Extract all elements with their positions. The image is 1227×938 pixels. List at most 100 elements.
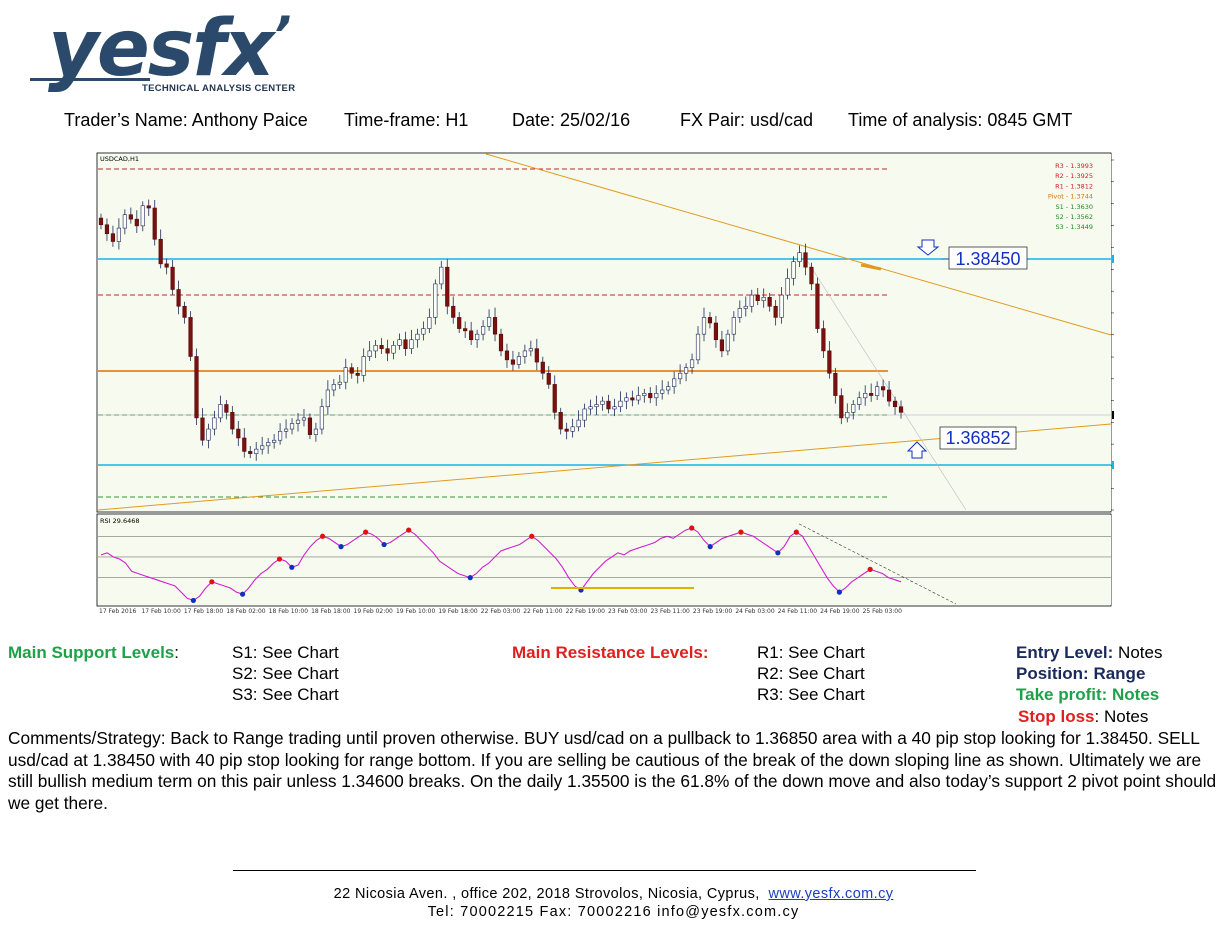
price-panel: 1.393101.391151.389201.387251.385251.383… [97,153,1140,514]
entry-level: Entry Level: Notes [1016,643,1162,663]
time-axis-label: 23 Feb 03:00 [608,608,648,615]
stop-loss-value: : Notes [1094,707,1149,726]
rsi-trough-dot [707,544,713,550]
logo-underline [30,78,150,81]
candle-body [630,397,635,401]
candle-body [516,356,522,365]
candle-body [134,218,139,227]
candle-body [480,326,486,335]
candle-body [725,333,730,352]
candle-body [731,317,736,335]
logo-mark: ’ [272,6,291,64]
fx-pair: FX Pair: usd/cad [680,110,814,130]
candle-body [343,367,348,383]
candle-body [427,317,432,329]
candle-body [355,372,360,376]
candle-body [833,372,838,396]
candle-body [558,412,563,430]
time-axis-label: 18 Feb 02:00 [226,608,266,615]
candle-body [110,233,116,242]
candle-body [397,339,402,346]
time-axis-label: 18 Feb 18:00 [311,608,351,615]
rsi-peak-dot [793,529,799,535]
candle-body [600,400,605,405]
rsi-peak-dot [209,579,215,585]
time-frame: Time-frame: H1 [344,110,469,130]
rsi-peak-dot [319,533,326,539]
price-panel-title: USDCAD,H1 [100,155,139,163]
candle-body [869,393,874,396]
candle-body [648,393,653,399]
candle-body [504,350,510,361]
candle-body [791,261,796,279]
candle-body [224,404,229,413]
candle-body [881,386,886,391]
candle-body [851,404,856,413]
candle-body [289,423,295,430]
candle-body [349,367,354,374]
website-link[interactable]: www.yesfx.com.cy [769,886,894,902]
rsi-peak-dot [529,533,535,539]
rsi-trough-dot [338,544,344,550]
candle-body [98,217,104,226]
candle-body [463,328,468,332]
candle-body [260,445,265,450]
candle-body [707,317,713,324]
candle-body [206,428,211,441]
stop-loss: Stop loss: Notes [1018,707,1148,727]
candle-body [666,386,671,391]
rsi-panel: 88.6367050304.532217 Feb 201617 Feb 10:0… [98,514,1136,615]
candle-body [212,417,217,430]
candle-body [266,442,271,447]
candle-body [242,437,247,452]
candle-body [146,205,151,209]
candle-body [773,305,778,318]
candle-body [654,393,659,399]
rsi-trough-dot [190,597,196,604]
candle-body [898,406,904,413]
support-s1: S1: See Chart [232,643,339,662]
candle-body [582,408,587,421]
candle-body [624,397,629,402]
support-s3: S3: See Chart [232,685,339,704]
rsi-peak-dot [867,566,873,572]
candle-body [116,227,121,242]
candle-body [439,266,444,285]
candle-body [528,348,533,352]
resistance-callout-value: 1.38450 [955,249,1020,269]
pivot-legend-s3: S3 - 1.3449 [1056,223,1093,231]
candle-body [588,406,593,410]
time-axis-label: 24 Feb 03:00 [735,608,775,615]
candle-body [415,333,420,341]
candle-body [122,214,127,229]
candle-body [827,350,832,374]
candle-body [272,439,277,443]
position: Position: Range [1016,664,1146,683]
candle-body [248,451,253,454]
candle-body [713,322,719,341]
candle-body [857,397,862,405]
candle-body [552,384,557,413]
candle-body [433,283,438,318]
time-axis-label: 22 Feb 11:00 [523,608,563,615]
support-callout-value: 1.36852 [945,428,1010,448]
time-axis-label: 19 Feb 18:00 [438,608,478,615]
candle-body [821,328,826,352]
pivot-legend-r2: R2 - 1.3925 [1055,172,1093,180]
candle-body [492,317,498,335]
logo: yesfx’ [48,10,291,88]
time-axis-label: 24 Feb 11:00 [778,608,818,615]
candle-body [379,345,384,349]
footer-divider [233,870,976,871]
resistance-r1: R1: See Chart [757,643,865,662]
candle-body [618,400,623,408]
time-axis-label: 23 Feb 19:00 [693,608,733,615]
candle-body [128,214,133,220]
candle-body [576,419,581,428]
analysis-time: Time of analysis: 0845 GMT [848,110,1073,130]
support-title-text: Main Support Levels [8,643,175,662]
candle-body [486,317,492,327]
candle-body [170,266,175,290]
candle-body [767,297,772,307]
rsi-panel-title: RSI 29.6468 [100,517,140,525]
